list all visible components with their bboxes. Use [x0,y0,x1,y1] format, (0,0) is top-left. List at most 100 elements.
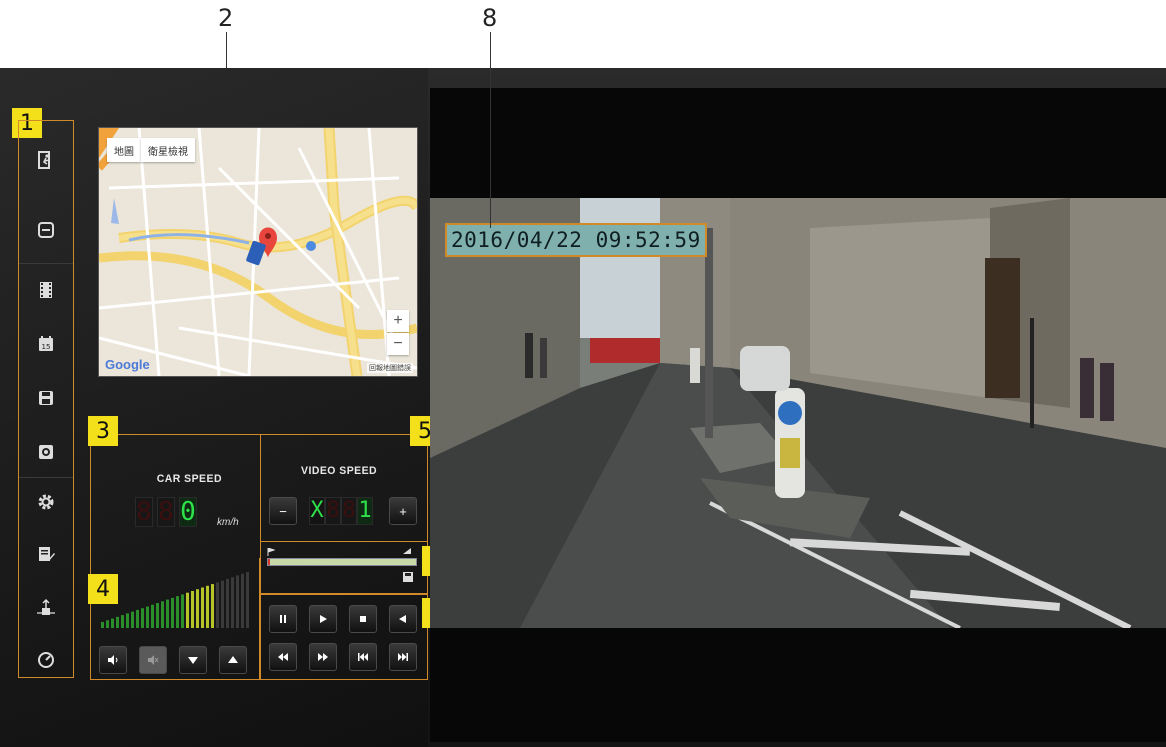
notes-button[interactable] [31,539,61,569]
volume-level-bar [226,578,229,628]
callout-badge-4: 4 [88,574,118,604]
satellite-type-tab[interactable]: 衛星檢視 [141,138,195,162]
gsensor-button[interactable] [31,593,61,623]
volume-level-bar [121,615,124,628]
video-view[interactable]: 2016/04/22 09:52:59 [430,88,1166,742]
callout-badge-3: 3 [88,416,118,446]
volume-level-bar [201,587,204,628]
map-attribution[interactable]: 回報地圖錯誤 [367,363,413,373]
volume-down-button[interactable] [179,646,207,674]
car-speed-title: CAR SPEED [156,473,222,485]
video-speed-digit-1: X [309,497,325,525]
video-speed-increase-button[interactable]: + [389,497,417,525]
film-button[interactable] [31,275,61,305]
volume-level-bar [206,585,209,628]
minimize-button[interactable] [31,215,61,245]
fast-forward-icon [318,653,328,661]
car-speed-panel: CAR SPEED 8 8 0 km/h [90,434,260,558]
volume-level-bar [131,611,134,628]
volume-level-bar [161,601,164,628]
map-roads [99,128,417,376]
snapshot-button[interactable] [31,437,61,467]
skip-forward-icon [398,653,408,661]
toolbar-divider [19,263,73,264]
progress-track[interactable] [267,558,417,566]
car-speed-digit-ones: 0 [179,497,197,527]
car-speed-digit-hundreds: 8 [135,497,153,527]
play-button[interactable] [309,605,337,633]
volume-level-bar [176,596,179,628]
volume-level-bar [141,608,144,628]
dashcam-player-window: 1 15 地圖 衛星檢視 + − Google 回報地圖錯誤 CAR SPEED… [0,68,1166,747]
volume-level-bar [216,582,219,628]
pause-button[interactable] [269,605,297,633]
previous-file-button[interactable] [349,643,377,671]
exit-icon [38,151,50,169]
volume-level-bar [241,573,244,628]
volume-level-bar [221,580,224,628]
next-file-button[interactable] [389,643,417,671]
pause-icon [280,615,286,623]
map-type-tab[interactable]: 地圖 [107,138,141,162]
settings-button[interactable] [31,487,61,517]
volume-level-bar [181,594,184,628]
speaker-icon [108,655,118,665]
stop-button[interactable] [349,605,377,633]
volume-level-bar [126,613,129,628]
progress-fill [268,559,270,565]
map-zoom-in-button[interactable]: + [387,310,409,332]
save-clip-icon[interactable] [403,572,413,582]
volume-level-bar [186,592,189,628]
volume-level-bar [136,609,139,628]
volume-level-bar [116,616,119,628]
volume-level-bar [231,577,234,628]
video-speed-decrease-button[interactable]: − [269,497,297,525]
volume-meter[interactable] [101,568,251,628]
start-flag-icon [267,548,275,556]
volume-up-button[interactable] [219,646,247,674]
fast-forward-button[interactable] [309,643,337,671]
google-logo: Google [105,357,150,372]
gear-icon [38,494,54,510]
volume-level-bar [171,597,174,628]
volume-level-bar [156,603,159,628]
volume-speaker-button[interactable] [99,646,127,674]
rewind-button[interactable] [269,643,297,671]
toolbar-divider [19,477,73,478]
volume-level-bar [151,604,154,628]
speedometer-icon [38,652,54,668]
playback-controls-panel [260,594,428,680]
calendar-button[interactable]: 15 [31,329,61,359]
reverse-play-icon [399,615,406,623]
rewind-icon [278,653,288,661]
callout-2: 2 [218,4,234,32]
save-button[interactable] [31,383,61,413]
side-toolbar: 15 [18,120,74,678]
video-speed-digit-3: 8 [341,497,357,525]
skip-back-icon [358,653,368,661]
callout-8: 8 [482,4,498,32]
reverse-play-button[interactable] [389,605,417,633]
video-speed-title: VIDEO SPEED [301,465,378,477]
video-speed-panel: VIDEO SPEED − X 8 8 1 + [260,434,428,542]
video-timestamp: 2016/04/22 09:52:59 [445,223,707,257]
map-zoom-out-button[interactable]: − [387,333,409,355]
callout-8-line [490,32,491,228]
exit-button[interactable] [31,145,61,175]
snapshot-icon [39,445,53,459]
volume-level-bar [211,584,214,628]
play-icon [320,615,327,623]
volume-level-bar [236,575,239,628]
volume-level-bar [106,620,109,628]
film-icon [40,282,52,298]
volume-marker-icon [403,548,411,554]
street-scene-image [430,198,1166,628]
notes-icon [39,547,55,561]
calendar-icon: 15 [39,336,53,351]
volume-level-bar [111,618,114,628]
speedometer-button[interactable] [31,645,61,675]
mute-button[interactable] [139,646,167,674]
volume-level-bar [166,599,169,628]
gps-map[interactable]: 地圖 衛星檢視 + − Google 回報地圖錯誤 [98,127,418,377]
mute-icon [148,655,159,665]
